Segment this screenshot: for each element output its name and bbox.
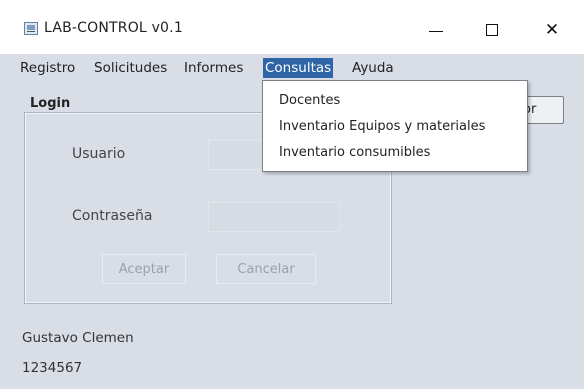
status-user-id: 1234567 [22, 360, 83, 376]
close-icon: ✕ [544, 19, 560, 40]
username-label: Usuario [72, 146, 126, 162]
dropdown-item-inventario-equipos[interactable]: Inventario Equipos y materiales [279, 117, 485, 137]
menu-ayuda[interactable]: Ayuda [350, 58, 396, 78]
status-user-name: Gustavo Clemen [22, 330, 134, 346]
title-bar[interactable]: LAB-CONTROL v0.1 ✕ [0, 0, 584, 54]
close-button[interactable]: ✕ [530, 14, 574, 46]
dropdown-item-inventario-consumibles[interactable]: Inventario consumibles [279, 143, 430, 163]
password-label: Contraseña [72, 208, 153, 224]
minimize-icon [429, 30, 443, 32]
login-panel-title: Login [30, 96, 71, 111]
app-window-icon [24, 22, 38, 35]
menu-bar: Registro Solicitudes Informes Consultas … [0, 54, 584, 80]
accept-button[interactable]: Aceptar [102, 254, 186, 284]
menu-registro[interactable]: Registro [18, 58, 77, 78]
window-title: LAB-CONTROL v0.1 [44, 20, 183, 36]
maximize-button[interactable] [470, 14, 514, 46]
minimize-button[interactable] [414, 14, 458, 46]
consultas-dropdown-menu: Docentes Inventario Equipos y materiales… [262, 80, 528, 172]
password-input[interactable] [208, 202, 340, 232]
menu-solicitudes[interactable]: Solicitudes [92, 58, 169, 78]
app-window: LAB-CONTROL v0.1 ✕ Registro Solicitudes … [0, 0, 584, 389]
menu-consultas[interactable]: Consultas [263, 58, 334, 78]
cancel-button[interactable]: Cancelar [216, 254, 316, 284]
maximize-icon [486, 24, 498, 36]
dropdown-item-docentes[interactable]: Docentes [279, 91, 340, 111]
menu-informes[interactable]: Informes [182, 58, 245, 78]
